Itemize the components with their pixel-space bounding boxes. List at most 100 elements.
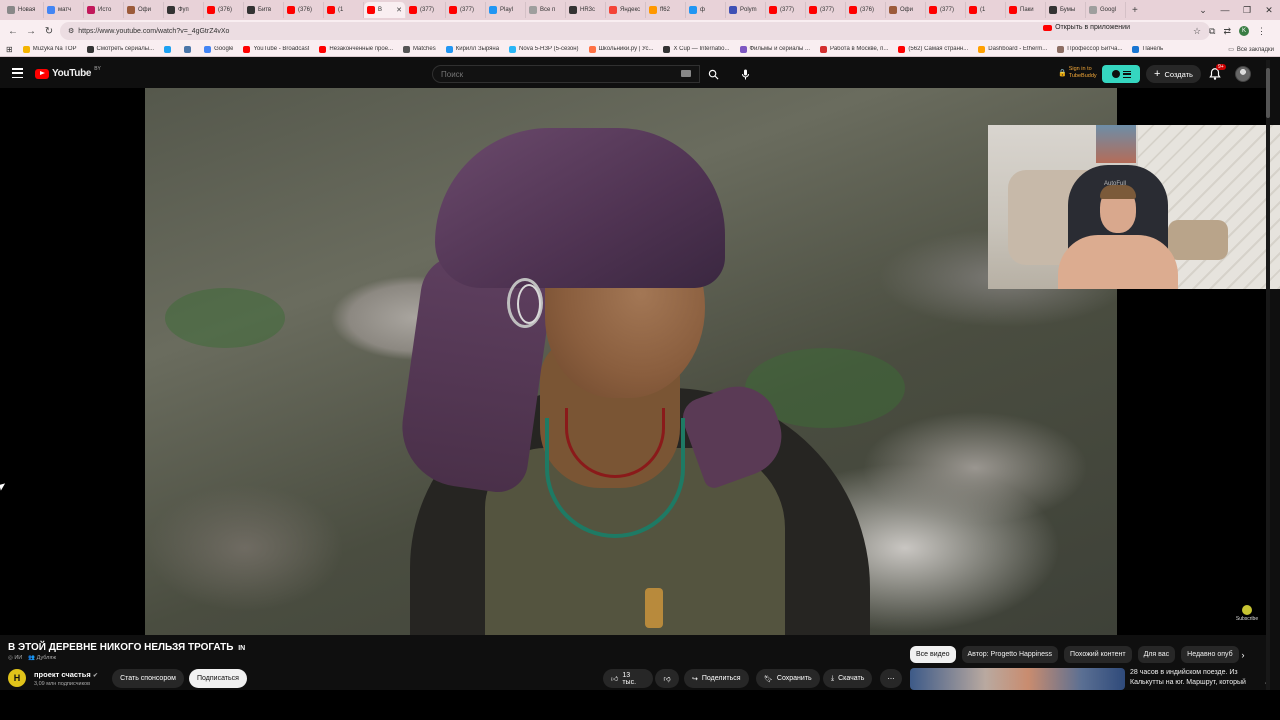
tubebuddy-button[interactable]	[1102, 65, 1140, 83]
browser-tab[interactable]: Playl	[486, 2, 526, 18]
filter-chip[interactable]: Недавно опуб	[1181, 646, 1239, 663]
bookmark-item[interactable]: Панель	[1132, 45, 1163, 53]
more-actions-button[interactable]: ⋯	[880, 669, 902, 688]
open-in-app-button[interactable]: Открыть в приложении	[1043, 24, 1130, 31]
browser-tab[interactable]: В ✕	[364, 2, 406, 18]
browser-tab[interactable]: ф	[686, 2, 726, 18]
browser-tab[interactable]: Исто	[84, 2, 124, 18]
like-button[interactable]: 👍︎ 13 тыс.	[603, 669, 653, 688]
bookmark-item[interactable]: Незаконченные прое...	[319, 45, 393, 53]
user-avatar[interactable]	[1235, 66, 1251, 82]
bookmark-item[interactable]: Смотреть сериалы...	[86, 45, 154, 53]
browser-tab[interactable]: Бумы	[1046, 2, 1086, 18]
save-label: Сохранить	[776, 675, 812, 682]
tubebuddy-signin[interactable]: 🔒 Sign in to TubeBuddy	[1058, 66, 1097, 80]
browser-tab[interactable]: (1	[966, 2, 1006, 18]
keyboard-icon[interactable]	[681, 70, 691, 77]
browser-tab[interactable]: Офи	[124, 2, 164, 18]
browser-tab[interactable]: (376)	[204, 2, 244, 18]
scrollbar-thumb[interactable]	[1266, 68, 1270, 118]
video-frame[interactable]	[145, 88, 1117, 635]
share-button[interactable]: ↪ Поделиться	[684, 669, 749, 688]
channel-name[interactable]: проект счастья ✔	[34, 670, 98, 679]
bookmark-item[interactable]	[164, 45, 174, 53]
sponsor-button[interactable]: Стать спонсором	[112, 669, 184, 688]
download-button[interactable]: ⤓ Скачать	[823, 669, 873, 688]
browser-tab[interactable]: Фуп	[164, 2, 204, 18]
search-input[interactable]	[441, 69, 661, 79]
minimize-button[interactable]: —	[1214, 0, 1236, 20]
bookmark-star-icon[interactable]: ☆	[1193, 26, 1201, 37]
url-omnibox[interactable]: ⚙ https://www.youtube.com/watch?v=_4gGtr…	[60, 22, 1210, 40]
bookmark-item[interactable]: Работа в Москве, п...	[820, 45, 888, 53]
browser-tab[interactable]: Яндекс	[606, 2, 646, 18]
browser-tab[interactable]: Googl	[1086, 2, 1126, 18]
browser-tab[interactable]: Все п	[526, 2, 566, 18]
maximize-button[interactable]: ❐	[1236, 0, 1258, 20]
save-button[interactable]: 🔖︎ Сохранить	[756, 669, 820, 688]
browser-tab[interactable]: ff62	[646, 2, 686, 18]
bookmark-favicon-icon	[898, 45, 906, 53]
browser-tab[interactable]: (376)	[846, 2, 886, 18]
browser-tab[interactable]: Новая	[4, 2, 44, 18]
bookmark-item[interactable]: Профессор Битча...	[1057, 45, 1122, 53]
browser-tab[interactable]: (377)	[926, 2, 966, 18]
browser-menu-icon[interactable]: ⋮	[1257, 26, 1266, 37]
dislike-button[interactable]: 👎︎	[655, 669, 679, 688]
browser-tab[interactable]: (1	[324, 2, 364, 18]
channel-avatar[interactable]: H	[8, 669, 26, 687]
forward-button[interactable]: →	[22, 22, 40, 40]
site-info-icon[interactable]: ⚙	[68, 27, 74, 35]
youtube-logo[interactable]: YouTube BY	[35, 66, 101, 79]
bookmark-item[interactable]: Muzyka Na TOP	[22, 45, 77, 53]
subscribe-button[interactable]: Подписаться	[189, 669, 247, 688]
browser-tab[interactable]: матч	[44, 2, 84, 18]
close-tab-icon[interactable]: ✕	[396, 6, 402, 14]
chips-next-icon[interactable]: ›	[1236, 646, 1250, 663]
filter-chip[interactable]: Автор: Progetto Happiness	[961, 646, 1059, 663]
bookmark-item[interactable]: Google	[204, 45, 233, 53]
browser-tab[interactable]: Polym	[726, 2, 766, 18]
recommended-video-thumbnail[interactable]	[910, 668, 1125, 690]
all-bookmarks-button[interactable]: ▭ Все закладки	[1228, 42, 1274, 57]
bookmark-item[interactable]: Dashboard - Etherm...	[978, 45, 1047, 53]
new-tab-button[interactable]: +	[1132, 5, 1138, 16]
filter-chip[interactable]: Для вас	[1137, 646, 1176, 663]
bookmark-item[interactable]: Matches	[403, 45, 436, 53]
browser-tab[interactable]: (376)	[284, 2, 324, 18]
search-button[interactable]	[700, 65, 726, 83]
menu-icon[interactable]	[12, 68, 23, 78]
filter-chip[interactable]: Все видео	[910, 646, 956, 663]
browser-tab[interactable]: (377)	[806, 2, 846, 18]
bookmark-item[interactable]: Кирилл Зыряна	[445, 45, 499, 53]
browser-tab[interactable]: НR3с	[566, 2, 606, 18]
browser-tab[interactable]: (377)	[446, 2, 486, 18]
create-button[interactable]: + Создать	[1146, 65, 1201, 83]
browser-tab[interactable]: Офи	[886, 2, 926, 18]
tab-search-icon[interactable]: ⌄	[1192, 0, 1214, 20]
browser-tab[interactable]: Битв	[244, 2, 284, 18]
bookmark-item[interactable]: X Cup — Internatio...	[663, 45, 730, 53]
close-window-button[interactable]: ✕	[1258, 0, 1280, 20]
browser-tab[interactable]: (377)	[766, 2, 806, 18]
bookmark-item[interactable]: Школьники.ру | Ус...	[588, 45, 653, 53]
subscribe-watermark[interactable]: Subscribe	[1232, 605, 1262, 622]
profile-avatar[interactable]: K	[1239, 26, 1249, 36]
bookmark-item[interactable]: Фильмы и сериалы ...	[739, 45, 810, 53]
browser-tab[interactable]: (377)	[406, 2, 446, 18]
reload-button[interactable]: ↻	[40, 22, 58, 40]
page-scrollbar[interactable]	[1266, 60, 1270, 690]
voice-search-button[interactable]	[736, 65, 754, 83]
filter-chip[interactable]: Похожий контент	[1064, 646, 1132, 663]
bookmark-item[interactable]: Nova 5-НЗР (5-сезон)	[509, 45, 579, 53]
bookmark-item[interactable]: YouTube - Broadcast	[243, 45, 309, 53]
bookmark-item[interactable]	[184, 45, 194, 53]
bookmark-item[interactable]: (562) Самая странн...	[898, 45, 968, 53]
profile-sync-icon[interactable]: ⇄	[1223, 26, 1231, 37]
apps-grid-icon[interactable]: ⊞	[6, 45, 13, 54]
back-button[interactable]: ←	[4, 22, 22, 40]
tab-favicon-icon	[689, 6, 697, 14]
browser-tab[interactable]: Паки	[1006, 2, 1046, 18]
recommended-video-title[interactable]: 28 часов в индийском поезде. Из Калькутт…	[1130, 668, 1260, 688]
extensions-icon[interactable]: ⧉	[1209, 26, 1215, 37]
